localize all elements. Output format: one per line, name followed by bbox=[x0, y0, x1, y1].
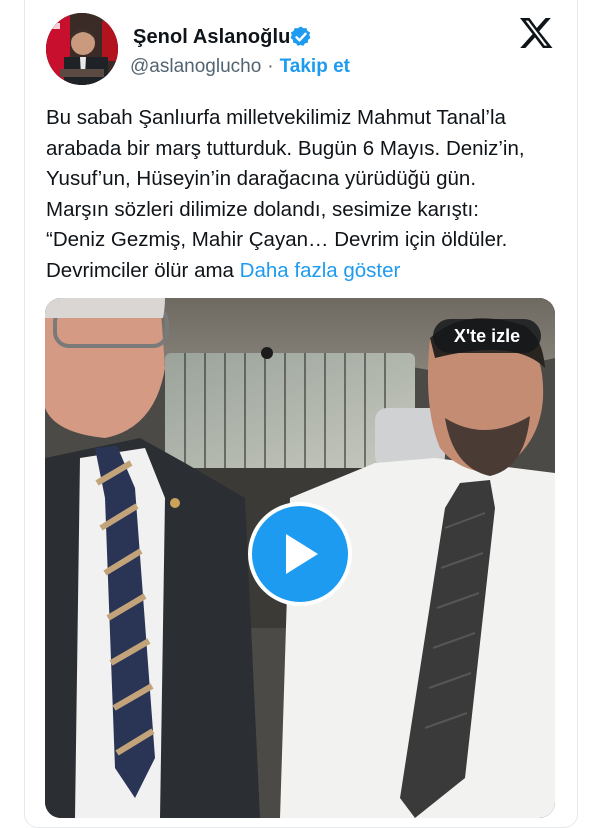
follow-button[interactable]: Takip et bbox=[280, 56, 350, 77]
watch-on-x-button[interactable]: X'te izle bbox=[433, 319, 541, 353]
tweet-text-line: arabada bir marş tutturduk. Bugün 6 Mayı… bbox=[46, 136, 525, 160]
author-handle[interactable]: @aslanoglucho bbox=[130, 56, 261, 77]
avatar-image bbox=[46, 13, 118, 85]
tweet-text-line: Marşın sözleri dilimize dolandı, sesimiz… bbox=[46, 197, 479, 221]
show-more-link[interactable]: Daha fazla göster bbox=[240, 259, 401, 282]
tweet-text-line: Devrimciler ölür ama bbox=[46, 258, 234, 282]
play-button[interactable] bbox=[248, 502, 352, 606]
tweet-text: Bu sabah Şanlıurfa milletvekilimiz Mahmu… bbox=[46, 103, 566, 287]
author-name[interactable]: Şenol Aslanoğlu bbox=[133, 26, 290, 49]
tweet-text-last-line: Devrimciler ölür ama Daha fazla göster bbox=[46, 256, 566, 287]
verified-badge-icon bbox=[290, 26, 311, 46]
tweet-text-line: “Deniz Gezmiş, Mahir Çayan… Devrim için … bbox=[46, 228, 508, 252]
separator-dot: · bbox=[267, 56, 274, 77]
play-icon bbox=[286, 534, 318, 574]
author-meta-row: @aslanoglucho · Takip et bbox=[130, 56, 350, 78]
tweet-text-line: Yusuf’un, Hüseyin’in darağacına yürüdüğü… bbox=[46, 167, 477, 191]
author-avatar[interactable] bbox=[46, 13, 118, 85]
x-logo-icon[interactable] bbox=[519, 17, 553, 49]
tweet-text-line: Bu sabah Şanlıurfa milletvekilimiz Mahmu… bbox=[46, 106, 506, 129]
